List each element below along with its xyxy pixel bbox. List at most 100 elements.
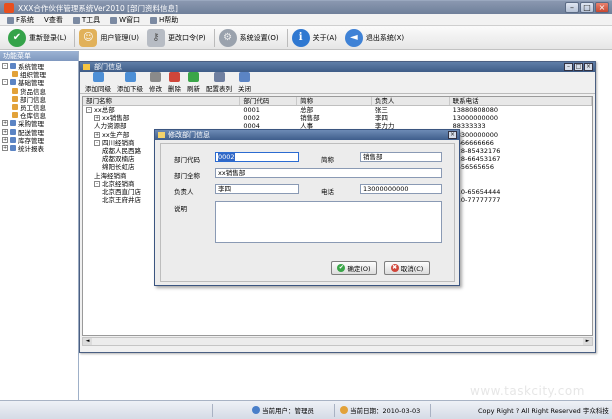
tool-label: 刷新 [187, 85, 200, 93]
folder-icon [10, 79, 16, 86]
cell-phone: 3556565656 [450, 163, 592, 171]
cell-text: 北京王府井店 [102, 196, 141, 205]
status-copyright: Copy Right ? All Right Reserved 宇众科技 [478, 407, 609, 415]
menu-view[interactable]: V查看 [39, 14, 68, 26]
dept-tool-button[interactable]: 删除 [165, 72, 184, 93]
cancel-button[interactable]: ✖ 取消(C) [384, 261, 430, 275]
menu-window[interactable]: W窗口 [105, 14, 145, 26]
table-row[interactable]: + xx销售部 0002 销售部 李四 13000000000 [83, 114, 592, 122]
dept-window-close-button[interactable]: × [584, 63, 593, 71]
dept-window-maximize-button[interactable]: □ [574, 63, 583, 71]
cell-phone: 028-66453167 [450, 155, 592, 163]
checkmark-icon: ✔ [337, 264, 346, 272]
menu-system[interactable]: F系统 [2, 14, 39, 26]
document-icon [12, 71, 18, 78]
menu-bar: F系统 V查看 T工具 W窗口 H帮助 [0, 14, 612, 26]
tool-icon [124, 72, 136, 82]
collapse-icon[interactable]: - [86, 107, 92, 113]
scroll-right-icon[interactable]: ► [583, 338, 592, 345]
tool-icon [92, 72, 104, 82]
cell-phone: 88333333 [450, 122, 592, 130]
tool-label: 添加下级 [117, 85, 143, 93]
collapse-icon[interactable]: - [94, 139, 100, 146]
dialog-icon [158, 132, 165, 138]
short-name-input[interactable]: 销售部 [360, 152, 442, 162]
dept-tool-button[interactable]: 刷新 [184, 72, 203, 93]
cancel-icon: ✖ [390, 264, 399, 272]
maximize-button[interactable]: □ [580, 2, 594, 13]
cell-phone [450, 172, 592, 180]
cell-text: 总部 [300, 106, 314, 114]
cell-text: xx总部 [94, 106, 115, 114]
cell-phone: 13000000000 [450, 114, 592, 122]
col-manager[interactable]: 负责人 [372, 97, 450, 105]
main-toolbar: ✔ 重新登录(L) ☺ 用户管理(U) ⚷ 更改口令(P) ⚙ 系统设置(O) … [0, 26, 612, 50]
window-title: XXX合作伙伴管理系统Ver2010 [部门资料信息] [18, 4, 178, 13]
tool-icon [150, 72, 161, 82]
horizontal-scrollbar[interactable]: ◄ ► [82, 337, 593, 346]
table-row[interactable]: - xx总部 0001 总部 张三 13880808080 [83, 106, 592, 114]
col-short-name[interactable]: 简称 [297, 97, 372, 105]
code-label: 部门代码 [174, 156, 200, 164]
cell-manager: 李四 [372, 114, 450, 122]
folder-icon [10, 144, 16, 151]
phone-input[interactable]: 13000000000 [360, 184, 442, 194]
col-dept-name[interactable]: 部门名称 [83, 97, 241, 105]
expand-icon[interactable]: + [2, 120, 8, 127]
remark-textarea[interactable] [215, 201, 442, 243]
dept-tool-button[interactable]: 添加同级 [82, 72, 114, 93]
change-password-button[interactable]: ⚷ 更改口令(P) [145, 27, 212, 49]
dept-window-minimize-button[interactable]: – [564, 63, 573, 71]
phone-label: 电话 [321, 188, 334, 196]
dept-tool-button[interactable]: 关闭 [235, 72, 254, 93]
collapse-icon[interactable]: - [2, 63, 8, 70]
close-button[interactable]: × [595, 2, 609, 13]
scroll-left-icon[interactable]: ◄ [83, 338, 92, 345]
col-dept-code[interactable]: 部门代码 [240, 97, 298, 105]
full-name-input[interactable]: xx销售部 [215, 168, 442, 178]
manager-input[interactable]: 李四 [215, 184, 299, 194]
clock-icon [340, 406, 348, 414]
cell-phone: 028-85432176 [450, 147, 592, 155]
relogin-button[interactable]: ✔ 重新登录(L) [6, 27, 72, 49]
tools-menu-icon [72, 16, 80, 24]
expand-icon[interactable]: + [2, 136, 8, 143]
expand-icon[interactable]: + [2, 144, 8, 151]
function-menu-panel: 功能菜单 - 系统管理 组织管理 - 基础管理 货品信息 部门信息 员工信息 仓库信息 + 采购管理… [0, 51, 79, 400]
collapse-icon[interactable]: - [94, 180, 100, 187]
tool-label: 修改 [149, 85, 162, 93]
dept-tool-button[interactable]: 添加下级 [114, 72, 146, 93]
menu-help[interactable]: H帮助 [145, 14, 183, 26]
cell-text: 绵阳长虹店 [102, 163, 135, 172]
ok-button[interactable]: ✔ 确定(O) [331, 261, 377, 275]
dialog-form: 部门代码 0002 简称 销售部 部门全称 xx销售部 负责人 李四 电话 13… [160, 143, 455, 282]
dialog-close-button[interactable]: × [448, 131, 457, 139]
cell-short: 总部 [297, 106, 372, 114]
gear-icon: ⚙ [218, 28, 237, 47]
exit-system-button[interactable]: ◄ 退出系统(X) [343, 27, 410, 49]
cell-text: 成都人民西路 [102, 146, 141, 155]
cell-phone: 010-65654444 [450, 188, 592, 196]
minimize-button[interactable]: – [565, 2, 579, 13]
about-button[interactable]: i 关于(A) [290, 27, 343, 49]
tool-label: 关闭 [238, 85, 251, 93]
expand-icon[interactable]: + [94, 131, 100, 138]
document-icon [12, 87, 18, 94]
cell-phone: 13300000000 [450, 131, 592, 139]
system-settings-button[interactable]: ⚙ 系统设置(O) [217, 27, 285, 49]
expand-icon[interactable]: + [94, 115, 100, 122]
cell-text: 0001 [243, 106, 260, 114]
cell-text: 13880808080 [452, 106, 499, 114]
dept-tool-button[interactable]: 修改 [146, 72, 165, 93]
dept-tool-button[interactable]: 配置表列 [203, 72, 235, 93]
function-menu-header: 功能菜单 [0, 51, 78, 61]
menu-tools[interactable]: T工具 [68, 14, 105, 26]
tool-icon [188, 72, 199, 82]
user-management-button[interactable]: ☺ 用户管理(U) [77, 27, 145, 49]
col-phone[interactable]: 联系电话 [450, 97, 592, 105]
dept-code-input[interactable]: 0002 [215, 152, 299, 162]
document-icon [12, 95, 18, 102]
expand-icon[interactable]: + [2, 128, 8, 135]
tree-item[interactable]: + 统计报表 [0, 144, 78, 153]
collapse-icon[interactable]: - [2, 79, 8, 86]
